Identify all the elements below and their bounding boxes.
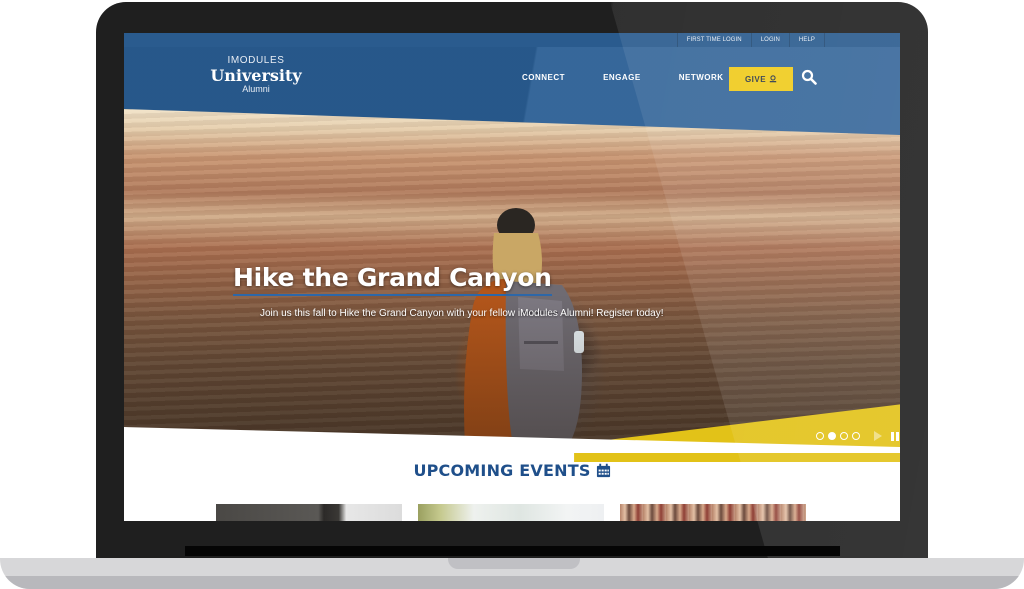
search-icon[interactable] (801, 69, 817, 85)
upcoming-events-heading: UPCOMING EVENTS (124, 461, 900, 480)
site-logo[interactable]: IMODULES University Alumni (208, 55, 304, 95)
give-button-label: GIVE (744, 74, 767, 84)
carousel-dot-2-active[interactable] (828, 432, 836, 440)
carousel-dot-1[interactable] (816, 432, 824, 440)
give-button[interactable]: GIVE (729, 67, 793, 91)
link-login[interactable]: LOGIN (750, 33, 789, 47)
play-icon[interactable] (874, 431, 882, 441)
link-first-time-login[interactable]: FIRST TIME LOGIN (676, 33, 751, 47)
event-card-3[interactable] (620, 504, 806, 521)
laptop-notch (448, 558, 580, 569)
pause-icon[interactable] (891, 431, 899, 441)
nav-engage[interactable]: ENGAGE (603, 73, 641, 82)
carousel-dot-4[interactable] (852, 432, 860, 440)
nav-connect[interactable]: CONNECT (522, 73, 565, 82)
event-card-2[interactable] (418, 504, 604, 521)
utility-bar: FIRST TIME LOGIN LOGIN HELP (124, 33, 900, 47)
laptop-mockup: IMODULES University Alumni CONNECT ENGAG… (0, 0, 1024, 589)
hero-title[interactable]: Hike the Grand Canyon (233, 263, 552, 296)
hero-subtitle: Join us this fall to Hike the Grand Cany… (260, 308, 664, 319)
calendar-icon (596, 463, 610, 478)
main-nav: CONNECT ENGAGE NETWORK (522, 73, 762, 82)
carousel-dot-3[interactable] (840, 432, 848, 440)
carousel-controls (816, 431, 899, 441)
utility-links: FIRST TIME LOGIN LOGIN HELP (676, 33, 825, 47)
nav-network[interactable]: NETWORK (679, 73, 724, 82)
laptop-chin (185, 546, 840, 556)
logo-main-text: University (210, 66, 302, 85)
link-help[interactable]: HELP (788, 33, 825, 47)
donate-icon (769, 75, 777, 83)
events-heading-text: UPCOMING EVENTS (413, 461, 591, 480)
logo-sub-text: Alumni (242, 84, 270, 94)
laptop-base (0, 558, 1024, 589)
event-card-1[interactable] (216, 504, 402, 521)
website-screen: IMODULES University Alumni CONNECT ENGAG… (124, 33, 900, 521)
